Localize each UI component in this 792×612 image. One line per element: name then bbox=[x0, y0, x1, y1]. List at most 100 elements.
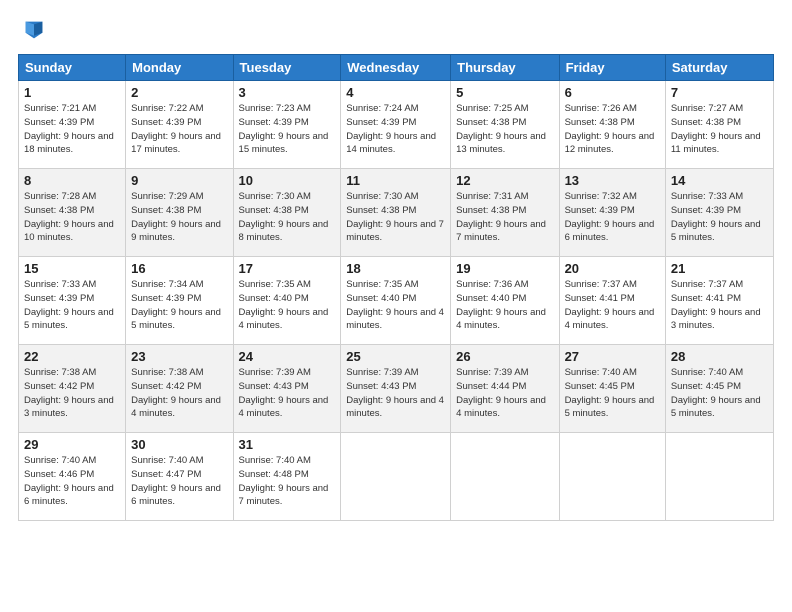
day-info: Sunrise: 7:24 AMSunset: 4:39 PMDaylight:… bbox=[346, 103, 436, 155]
day-info: Sunrise: 7:35 AMSunset: 4:40 PMDaylight:… bbox=[346, 279, 444, 331]
calendar-cell: 31 Sunrise: 7:40 AMSunset: 4:48 PMDayligh… bbox=[233, 433, 341, 521]
day-number: 3 bbox=[239, 85, 336, 100]
day-number: 20 bbox=[565, 261, 660, 276]
day-info: Sunrise: 7:39 AMSunset: 4:43 PMDaylight:… bbox=[239, 367, 329, 419]
calendar-cell: 6 Sunrise: 7:26 AMSunset: 4:38 PMDaylight… bbox=[559, 81, 665, 169]
day-info: Sunrise: 7:31 AMSunset: 4:38 PMDaylight:… bbox=[456, 191, 546, 243]
calendar-cell bbox=[559, 433, 665, 521]
calendar-header-thursday: Thursday bbox=[451, 55, 559, 81]
day-info: Sunrise: 7:40 AMSunset: 4:45 PMDaylight:… bbox=[565, 367, 655, 419]
day-info: Sunrise: 7:22 AMSunset: 4:39 PMDaylight:… bbox=[131, 103, 221, 155]
calendar-cell: 8 Sunrise: 7:28 AMSunset: 4:38 PMDaylight… bbox=[19, 169, 126, 257]
calendar-cell: 27Sunrise: 7:40 AMSunset: 4:45 PMDayligh… bbox=[559, 345, 665, 433]
day-number: 22 bbox=[24, 349, 120, 364]
calendar-cell: 21 Sunrise: 7:37 AMSunset: 4:41 PMDayligh… bbox=[665, 257, 773, 345]
day-number: 2 bbox=[131, 85, 227, 100]
day-number: 8 bbox=[24, 173, 120, 188]
day-number: 23 bbox=[131, 349, 227, 364]
calendar-cell: 2 Sunrise: 7:22 AMSunset: 4:39 PMDaylight… bbox=[126, 81, 233, 169]
calendar-cell: 13Sunrise: 7:32 AMSunset: 4:39 PMDayligh… bbox=[559, 169, 665, 257]
calendar-cell: 26 Sunrise: 7:39 AMSunset: 4:44 PMDayligh… bbox=[451, 345, 559, 433]
calendar-header-tuesday: Tuesday bbox=[233, 55, 341, 81]
calendar-cell: 12 Sunrise: 7:31 AMSunset: 4:38 PMDayligh… bbox=[451, 169, 559, 257]
calendar-header-row: SundayMondayTuesdayWednesdayThursdayFrid… bbox=[19, 55, 774, 81]
day-info: Sunrise: 7:30 AMSunset: 4:38 PMDaylight:… bbox=[346, 191, 444, 243]
day-number: 9 bbox=[131, 173, 227, 188]
calendar-cell: 17 Sunrise: 7:35 AMSunset: 4:40 PMDayligh… bbox=[233, 257, 341, 345]
day-number: 12 bbox=[456, 173, 553, 188]
calendar-cell: 30 Sunrise: 7:40 AMSunset: 4:47 PMDayligh… bbox=[126, 433, 233, 521]
day-info: Sunrise: 7:21 AMSunset: 4:39 PMDaylight:… bbox=[24, 103, 114, 155]
day-info: Sunrise: 7:37 AMSunset: 4:41 PMDaylight:… bbox=[671, 279, 761, 331]
calendar-cell: 15 Sunrise: 7:33 AMSunset: 4:39 PMDayligh… bbox=[19, 257, 126, 345]
day-number: 6 bbox=[565, 85, 660, 100]
day-info: Sunrise: 7:30 AMSunset: 4:38 PMDaylight:… bbox=[239, 191, 329, 243]
day-number: 11 bbox=[346, 173, 445, 188]
day-number: 21 bbox=[671, 261, 768, 276]
day-info: Sunrise: 7:40 AMSunset: 4:47 PMDaylight:… bbox=[131, 455, 221, 507]
day-info: Sunrise: 7:35 AMSunset: 4:40 PMDaylight:… bbox=[239, 279, 329, 331]
day-number: 13 bbox=[565, 173, 660, 188]
calendar-week-1: 1Sunrise: 7:21 AMSunset: 4:39 PMDaylight… bbox=[19, 81, 774, 169]
day-number: 10 bbox=[239, 173, 336, 188]
day-info: Sunrise: 7:27 AMSunset: 4:38 PMDaylight:… bbox=[671, 103, 761, 155]
calendar-cell: 23Sunrise: 7:38 AMSunset: 4:42 PMDayligh… bbox=[126, 345, 233, 433]
calendar-header-wednesday: Wednesday bbox=[341, 55, 451, 81]
calendar-cell: 19 Sunrise: 7:36 AMSunset: 4:40 PMDayligh… bbox=[451, 257, 559, 345]
day-number: 14 bbox=[671, 173, 768, 188]
day-number: 5 bbox=[456, 85, 553, 100]
calendar-header-monday: Monday bbox=[126, 55, 233, 81]
page: SundayMondayTuesdayWednesdayThursdayFrid… bbox=[0, 0, 792, 612]
day-number: 30 bbox=[131, 437, 227, 452]
calendar-cell bbox=[665, 433, 773, 521]
day-number: 25 bbox=[346, 349, 445, 364]
calendar-header-saturday: Saturday bbox=[665, 55, 773, 81]
header bbox=[18, 16, 774, 44]
day-number: 26 bbox=[456, 349, 553, 364]
calendar-cell: 29Sunrise: 7:40 AMSunset: 4:46 PMDayligh… bbox=[19, 433, 126, 521]
calendar-cell: 4Sunrise: 7:24 AMSunset: 4:39 PMDaylight… bbox=[341, 81, 451, 169]
calendar-cell: 10 Sunrise: 7:30 AMSunset: 4:38 PMDayligh… bbox=[233, 169, 341, 257]
calendar-week-2: 8 Sunrise: 7:28 AMSunset: 4:38 PMDaylight… bbox=[19, 169, 774, 257]
day-info: Sunrise: 7:28 AMSunset: 4:38 PMDaylight:… bbox=[24, 191, 114, 243]
calendar-cell: 5Sunrise: 7:25 AMSunset: 4:38 PMDaylight… bbox=[451, 81, 559, 169]
calendar-cell: 9 Sunrise: 7:29 AMSunset: 4:38 PMDaylight… bbox=[126, 169, 233, 257]
day-info: Sunrise: 7:33 AMSunset: 4:39 PMDaylight:… bbox=[671, 191, 761, 243]
calendar-cell bbox=[341, 433, 451, 521]
day-number: 18 bbox=[346, 261, 445, 276]
day-number: 28 bbox=[671, 349, 768, 364]
day-number: 31 bbox=[239, 437, 336, 452]
calendar-cell: 20Sunrise: 7:37 AMSunset: 4:41 PMDayligh… bbox=[559, 257, 665, 345]
calendar-cell: 22 Sunrise: 7:38 AMSunset: 4:42 PMDayligh… bbox=[19, 345, 126, 433]
day-number: 16 bbox=[131, 261, 227, 276]
calendar-cell: 11 Sunrise: 7:30 AMSunset: 4:38 PMDayligh… bbox=[341, 169, 451, 257]
logo-icon bbox=[20, 16, 48, 44]
day-info: Sunrise: 7:26 AMSunset: 4:38 PMDaylight:… bbox=[565, 103, 655, 155]
logo bbox=[18, 16, 48, 44]
day-info: Sunrise: 7:40 AMSunset: 4:48 PMDaylight:… bbox=[239, 455, 329, 507]
calendar-cell: 14 Sunrise: 7:33 AMSunset: 4:39 PMDayligh… bbox=[665, 169, 773, 257]
calendar-header-sunday: Sunday bbox=[19, 55, 126, 81]
day-number: 17 bbox=[239, 261, 336, 276]
day-info: Sunrise: 7:23 AMSunset: 4:39 PMDaylight:… bbox=[239, 103, 329, 155]
calendar-cell: 24Sunrise: 7:39 AMSunset: 4:43 PMDayligh… bbox=[233, 345, 341, 433]
calendar-cell: 7 Sunrise: 7:27 AMSunset: 4:38 PMDaylight… bbox=[665, 81, 773, 169]
day-number: 15 bbox=[24, 261, 120, 276]
calendar-table: SundayMondayTuesdayWednesdayThursdayFrid… bbox=[18, 54, 774, 521]
day-info: Sunrise: 7:40 AMSunset: 4:45 PMDaylight:… bbox=[671, 367, 761, 419]
calendar-cell: 1Sunrise: 7:21 AMSunset: 4:39 PMDaylight… bbox=[19, 81, 126, 169]
calendar-cell: 28 Sunrise: 7:40 AMSunset: 4:45 PMDayligh… bbox=[665, 345, 773, 433]
day-info: Sunrise: 7:34 AMSunset: 4:39 PMDaylight:… bbox=[131, 279, 221, 331]
calendar-cell: 16 Sunrise: 7:34 AMSunset: 4:39 PMDayligh… bbox=[126, 257, 233, 345]
day-info: Sunrise: 7:33 AMSunset: 4:39 PMDaylight:… bbox=[24, 279, 114, 331]
calendar-cell: 25Sunrise: 7:39 AMSunset: 4:43 PMDayligh… bbox=[341, 345, 451, 433]
calendar-week-4: 22 Sunrise: 7:38 AMSunset: 4:42 PMDayligh… bbox=[19, 345, 774, 433]
day-info: Sunrise: 7:38 AMSunset: 4:42 PMDaylight:… bbox=[24, 367, 114, 419]
day-number: 7 bbox=[671, 85, 768, 100]
day-info: Sunrise: 7:36 AMSunset: 4:40 PMDaylight:… bbox=[456, 279, 546, 331]
calendar-cell: 18 Sunrise: 7:35 AMSunset: 4:40 PMDayligh… bbox=[341, 257, 451, 345]
day-info: Sunrise: 7:39 AMSunset: 4:44 PMDaylight:… bbox=[456, 367, 546, 419]
day-info: Sunrise: 7:29 AMSunset: 4:38 PMDaylight:… bbox=[131, 191, 221, 243]
calendar-header-friday: Friday bbox=[559, 55, 665, 81]
day-number: 19 bbox=[456, 261, 553, 276]
